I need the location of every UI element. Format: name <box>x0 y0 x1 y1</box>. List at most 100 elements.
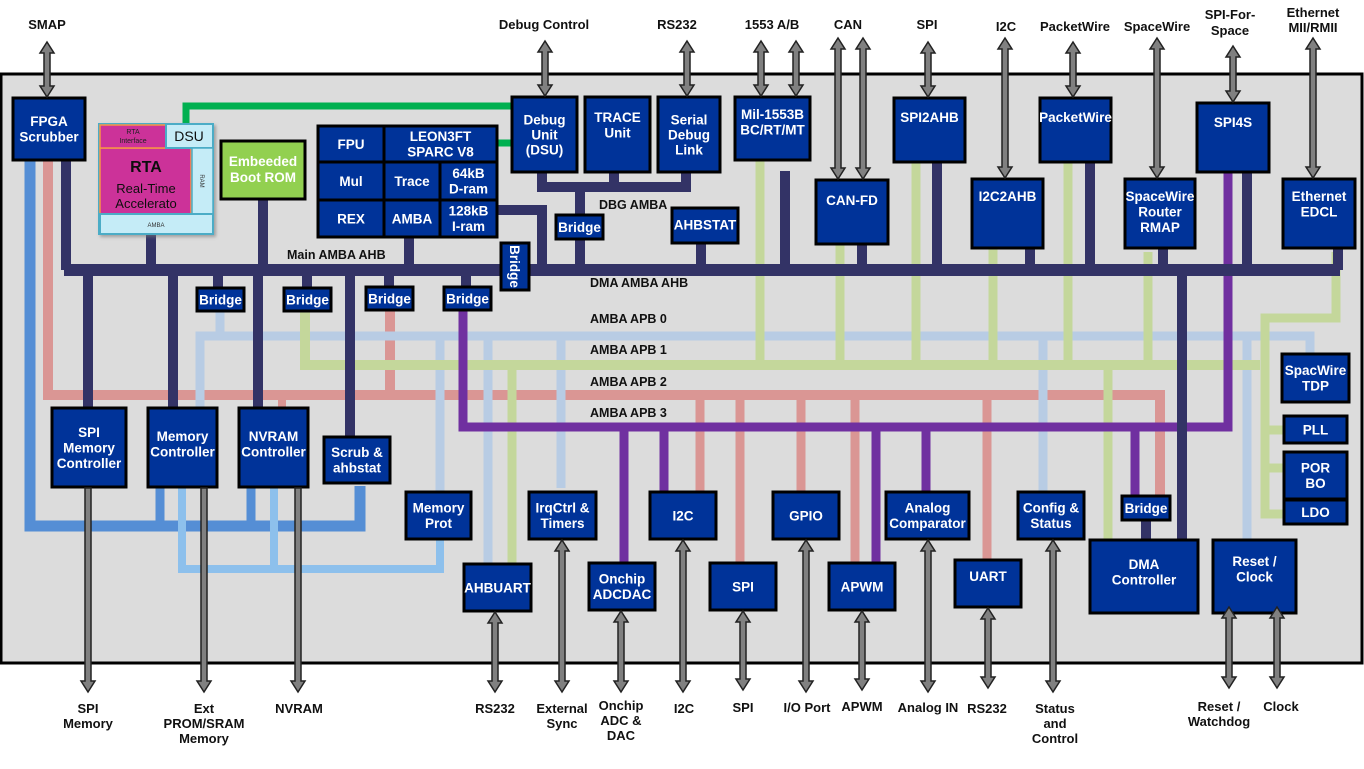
i2c2ahb-block[interactable]: I2C2AHB <box>970 177 1045 250</box>
scrub-ahbstat-block[interactable]: Scrub &ahbstat <box>322 435 392 485</box>
ext-label-status-2: and <box>1043 716 1066 731</box>
gpio-block[interactable]: GPIO <box>771 490 841 541</box>
ext-label-nvram: NVRAM <box>275 701 323 716</box>
fpga-scrubber-block[interactable]: FPGAScrubber <box>11 96 87 162</box>
rta-amba-label: AMBA <box>147 223 164 229</box>
trace-unit-block[interactable]: TRACEUnit <box>583 95 652 174</box>
ext-label-status-1: Status <box>1035 701 1075 716</box>
ahbstat-block[interactable]: AHBSTAT <box>670 206 740 245</box>
ext-label-spi4s-1: SPI-For- <box>1205 7 1256 22</box>
ldo-block-label: LDO <box>1301 505 1330 520</box>
packetwire-block[interactable]: PacketWire <box>1038 96 1113 164</box>
fpu-block[interactable]: FPU <box>316 124 386 164</box>
leon3ft-block[interactable]: LEON3FTSPARC V8 <box>382 124 499 164</box>
iram-block[interactable]: 128kBI-ram <box>438 198 499 239</box>
memory-prot-block[interactable]: MemoryProt <box>404 490 473 541</box>
pll-block[interactable]: PLL <box>1282 414 1349 445</box>
spacwire-tdp-block-label: TDP <box>1302 379 1329 394</box>
boot-rom-label-1: Embeeded <box>229 154 297 169</box>
spi-memory-controller-block[interactable]: SPIMemoryController <box>50 406 128 489</box>
boot-rom-block[interactable]: Embeeded Boot ROM <box>219 139 307 201</box>
bridge-apb1-label: Bridge <box>286 292 329 307</box>
bridge-apb3[interactable]: Bridge <box>442 285 493 312</box>
spacwire-tdp-block[interactable]: SpacWireTDP <box>1280 352 1351 404</box>
leon3ft-block-label: SPARC V8 <box>407 145 474 160</box>
bridge-apb0[interactable]: Bridge <box>195 286 246 313</box>
onchip-adcdac-block[interactable]: OnchipADCDAC <box>587 561 657 612</box>
apwm-block-label: APWM <box>841 579 884 594</box>
spi4s-block[interactable]: SPI4S <box>1195 101 1271 174</box>
debug-unit-block-label: (DSU) <box>526 142 564 157</box>
serial-debug-link-block[interactable]: SerialDebugLink <box>656 95 722 174</box>
por-bo-block[interactable]: PORBO <box>1282 450 1349 501</box>
por-bo-block-label: BO <box>1305 476 1325 491</box>
dram-block[interactable]: 64kBD-ram <box>438 160 499 202</box>
bridge-apb2[interactable]: Bridge <box>364 285 415 312</box>
spi-block[interactable]: SPI <box>708 561 778 612</box>
analog-comparator-block-label: Comparator <box>889 516 966 531</box>
ext-label-debug-control: Debug Control <box>499 17 589 32</box>
uart-block-label: UART <box>969 569 1007 584</box>
mil1553-block-label: BC/RT/MT <box>740 123 805 138</box>
mil1553-block-label: Mil-1553B <box>741 107 804 122</box>
config-status-block-label: Config & <box>1023 501 1079 516</box>
mil1553-block[interactable]: Mil-1553BBC/RT/MT <box>733 95 812 162</box>
scrub-ahbstat-block-label: ahbstat <box>333 461 382 476</box>
config-status-block-label: Status <box>1030 516 1071 531</box>
uart-block[interactable]: UART <box>953 558 1023 609</box>
spacewire-router-block-label: RMAP <box>1140 220 1180 235</box>
ext-label-adc-1: Onchip <box>599 698 644 713</box>
boot-rom-label-2: Boot ROM <box>230 170 296 185</box>
bridge-dbg[interactable]: Bridge <box>554 213 605 241</box>
ldo-block[interactable]: LDO <box>1282 498 1349 526</box>
spi-memory-controller-block-label: Memory <box>63 440 115 455</box>
ahbuart-block[interactable]: AHBUART <box>462 562 533 613</box>
rta-block[interactable]: RTA Interface DSU RAM AMBA RTA Real-Time… <box>98 123 214 235</box>
bridge-dma-label: Bridge <box>1125 501 1168 516</box>
analog-comparator-block[interactable]: AnalogComparator <box>884 490 971 541</box>
memory-controller-block[interactable]: MemoryController <box>146 406 219 489</box>
irqctrl-timers-block-label: IrqCtrl & <box>536 501 590 516</box>
bridge-vertical[interactable]: Bridge <box>499 241 531 292</box>
apwm-block[interactable]: APWM <box>827 561 897 612</box>
dram-block-label: 64kB <box>452 166 485 181</box>
irqctrl-timers-block[interactable]: IrqCtrl &Timers <box>527 490 598 541</box>
ext-label-rs232-bottom-2: RS232 <box>967 701 1007 716</box>
dma-controller-block[interactable]: DMAController <box>1088 538 1200 615</box>
reset-clock-block[interactable]: Reset /Clock <box>1211 538 1298 615</box>
spi2ahb-block[interactable]: SPI2AHB <box>892 96 967 164</box>
bridge-dma[interactable]: Bridge <box>1120 494 1172 522</box>
mil1553-b-arrow-icon <box>787 39 805 98</box>
fpu-block-label: FPU <box>338 137 365 152</box>
pll-block-label: PLL <box>1303 422 1329 437</box>
spi-memory-controller-block-label: Controller <box>57 456 122 471</box>
ext-label-packetwire: PacketWire <box>1040 19 1110 34</box>
i2c-block[interactable]: I2C <box>648 490 718 541</box>
bus-label-apb1: AMBA APB 1 <box>590 343 667 357</box>
canfd-block[interactable]: CAN-FD <box>814 178 890 246</box>
leon3ft-block-label: LEON3FT <box>410 129 472 144</box>
rta-interface-label-2: Interface <box>119 138 146 145</box>
debug-unit-block[interactable]: DebugUnit(DSU) <box>510 95 579 174</box>
soc-block-diagram: RTA Interface DSU RAM AMBA RTA Real-Time… <box>0 0 1364 764</box>
spacewire-router-block[interactable]: SpaceWireRouterRMAP <box>1123 177 1197 250</box>
rs232-arrow-icon <box>678 39 696 98</box>
bus-label-dbg-amba: DBG AMBA <box>599 198 667 212</box>
rex-block[interactable]: REX <box>316 198 386 239</box>
ext-label-analog-in: Analog IN <box>898 700 959 715</box>
mil1553-a-arrow-icon <box>752 39 770 98</box>
bridge-apb1[interactable]: Bridge <box>282 286 333 313</box>
ethernet-edcl-block[interactable]: EthernetEDCL <box>1281 177 1357 250</box>
ext-label-spi-memory-2: Memory <box>63 716 114 731</box>
trace-block[interactable]: Trace <box>382 160 442 202</box>
nvram-controller-block[interactable]: NVRAMController <box>237 406 310 489</box>
ethernet-edcl-block-label: Ethernet <box>1292 189 1347 204</box>
config-status-block[interactable]: Config &Status <box>1016 490 1086 541</box>
ext-label-ext-mem-3: Memory <box>179 731 230 746</box>
i2c2ahb-block-label: I2C2AHB <box>979 189 1037 204</box>
memory-controller-block-label: Memory <box>157 429 209 444</box>
mul-block[interactable]: Mul <box>316 160 386 202</box>
ahbstat-block-label: AHBSTAT <box>674 217 737 232</box>
ext-label-rs232-bottom: RS232 <box>475 701 515 716</box>
amba-block[interactable]: AMBA <box>382 198 442 239</box>
